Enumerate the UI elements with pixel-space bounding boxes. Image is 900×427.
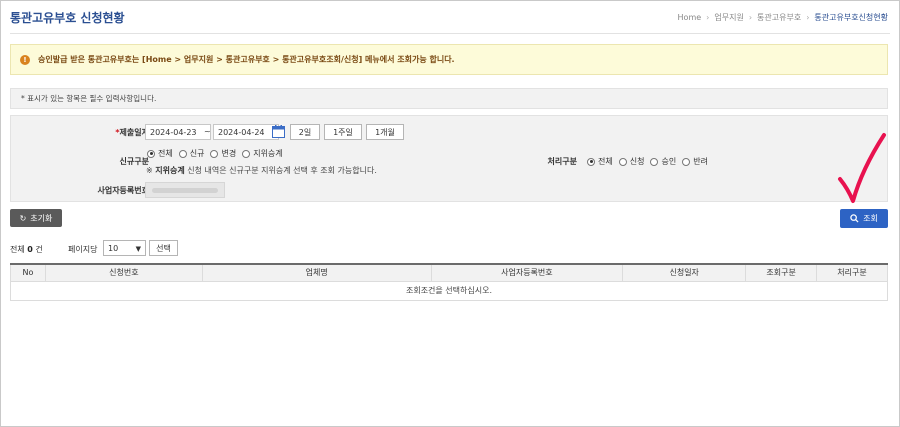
breadcrumb-current: 통관고유부호신청현황 — [814, 13, 888, 22]
process-type-radio-reject[interactable]: 반려 — [682, 156, 708, 167]
col-query-type: 조회구분 — [745, 263, 818, 282]
refresh-icon: ↻ — [19, 213, 27, 223]
chevron-right-icon: › — [748, 13, 753, 22]
new-type-radio-change[interactable]: 변경 — [210, 148, 236, 159]
table-row: 조회조건을 선택하십시오. — [10, 280, 888, 301]
notice-banner: ! 승인발급 받은 통관고유부호는 [Home > 업무지원 > 통관고유부호 … — [10, 44, 888, 75]
chevron-down-icon: ▼ — [135, 245, 141, 253]
col-no: No — [10, 263, 46, 282]
process-type-radio-approve[interactable]: 승인 — [650, 156, 676, 167]
col-process-type: 처리구분 — [816, 263, 888, 282]
business-no-input[interactable] — [145, 182, 225, 198]
new-type-radio-succession[interactable]: 지위승계 — [242, 148, 283, 159]
process-type-radio-all[interactable]: 전체 — [587, 156, 613, 167]
header-divider — [10, 33, 890, 34]
breadcrumb-home[interactable]: Home — [678, 13, 702, 22]
query-button[interactable]: 조회 — [840, 209, 888, 228]
calendar-icon[interactable] — [272, 125, 285, 138]
warning-icon: ! — [20, 54, 30, 65]
process-type-radio-apply[interactable]: 신청 — [618, 156, 644, 167]
date-to-input[interactable]: 2024-04-24 — [213, 124, 279, 140]
chevron-right-icon: › — [806, 13, 810, 22]
process-type-label: 처리구분 — [547, 157, 577, 166]
date-range-tilde: ~ — [204, 127, 211, 136]
quick-1month-button[interactable]: 1개월 — [366, 124, 404, 140]
new-type-radio-group: 전체 신규 변경 지위승계 — [147, 148, 289, 159]
per-page-select[interactable]: 10 ▼ — [103, 240, 146, 256]
breadcrumb: Home › 업무지원 › 통관고유부호 › 통관고유부호신청현황 — [678, 12, 888, 23]
total-count: 전체 0 건 — [10, 245, 43, 254]
reset-button[interactable]: ↻ 초기화 — [10, 209, 62, 227]
date-from-input[interactable]: 2024-04-23 — [145, 124, 211, 140]
search-form: *제출일자 2024-04-23 ~ 2024-04-24 2일 1주일 1개월… — [10, 115, 888, 202]
result-table: No 신청번호 업체명 사업자등록번호 신청일자 조회구분 처리구분 조회조건을… — [10, 263, 888, 301]
col-company-name: 업체명 — [201, 263, 432, 282]
submit-date-label: *제출일자 — [115, 128, 149, 137]
page-title: 통관고유부호 신청현황 — [10, 11, 125, 25]
per-page-apply-button[interactable]: 선택 — [149, 240, 178, 256]
quick-1week-button[interactable]: 1주일 — [324, 124, 362, 140]
col-business-no: 사업자등록번호 — [430, 263, 624, 282]
col-application-date: 신청일자 — [622, 263, 747, 282]
required-note: * 표시가 있는 항목은 필수 입력사항입니다. — [10, 88, 888, 109]
new-type-radio-new[interactable]: 신규 — [178, 148, 204, 159]
succession-hint: ※ 지위승계 신청 내역은 신규구분 지위승계 선택 후 조회 가능합니다. — [146, 166, 377, 175]
new-type-label: 신규구분 — [119, 157, 149, 166]
empty-message: 조회조건을 선택하십시오. — [10, 280, 888, 301]
chevron-right-icon: › — [706, 13, 710, 22]
business-no-label: 사업자등록번호 — [97, 186, 149, 195]
per-page-label: 페이지당 — [68, 245, 98, 254]
notice-text: 승인발급 받은 통관고유부호는 [Home > 업무지원 > 통관고유부호 > … — [38, 55, 455, 64]
table-header-row: No 신청번호 업체명 사업자등록번호 신청일자 조회구분 처리구분 — [10, 263, 888, 282]
new-type-radio-all[interactable]: 전체 — [147, 148, 173, 159]
breadcrumb-customs-code[interactable]: 통관고유부호 — [757, 12, 801, 23]
col-application-no: 신청번호 — [44, 263, 203, 282]
checkmark-annotation-icon — [838, 133, 886, 203]
quick-2days-button[interactable]: 2일 — [290, 124, 320, 140]
process-type-radio-group: 전체 신청 승인 반려 — [587, 156, 714, 167]
breadcrumb-business-support[interactable]: 업무지원 — [714, 12, 743, 23]
search-icon — [850, 214, 859, 223]
